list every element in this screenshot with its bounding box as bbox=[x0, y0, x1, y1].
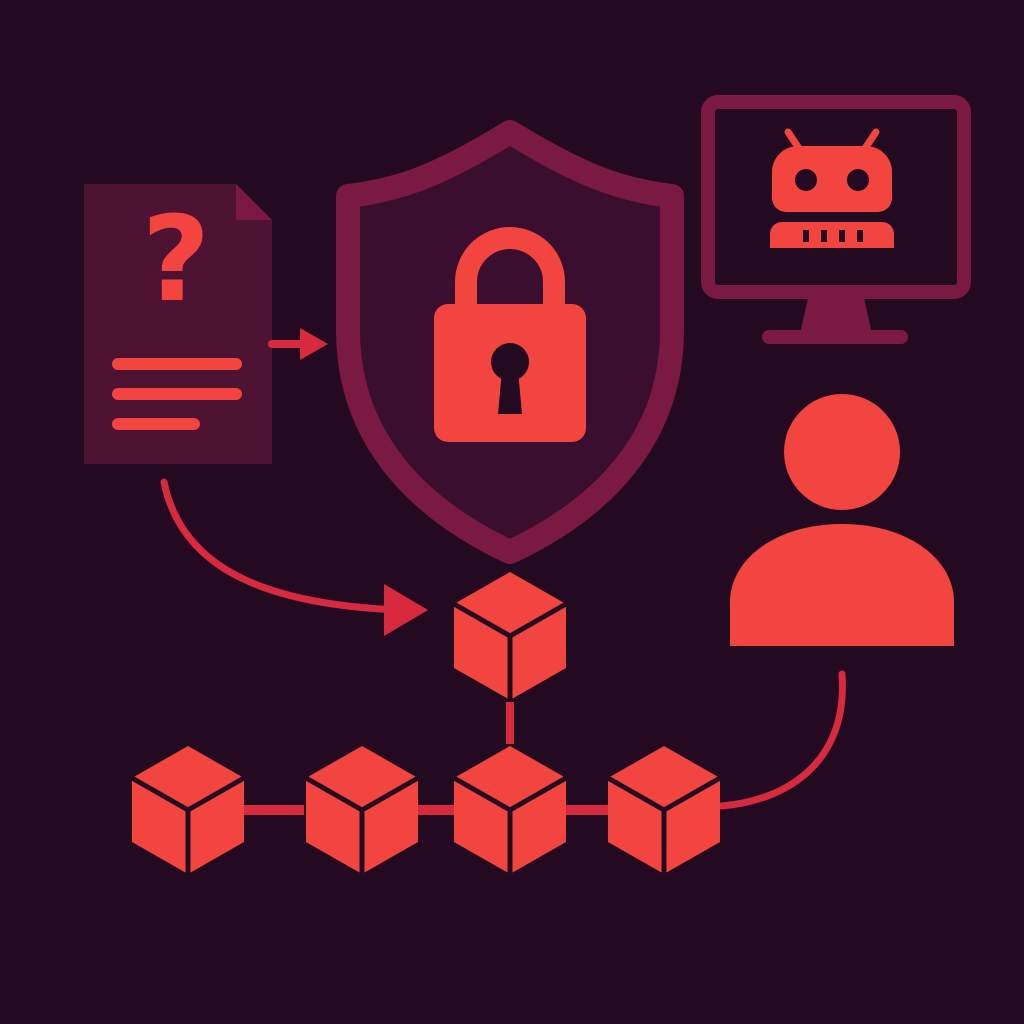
link-block-1-to-2 bbox=[244, 805, 304, 815]
document-line-2 bbox=[112, 388, 242, 400]
robot-icon bbox=[770, 128, 894, 248]
robot-tooth-gap-2 bbox=[821, 230, 827, 242]
robot-head bbox=[772, 146, 892, 212]
robot-tooth-gap-1 bbox=[803, 230, 809, 242]
link-block-3-to-4 bbox=[566, 805, 608, 815]
question-mark: ? bbox=[142, 190, 210, 328]
robot-jaw bbox=[770, 222, 894, 248]
robot-tooth-gap-3 bbox=[839, 230, 845, 242]
robot-eye-left bbox=[795, 169, 817, 191]
robot-tooth-gap-4 bbox=[857, 230, 863, 242]
document-line-1 bbox=[112, 358, 242, 370]
link-block-2-to-3 bbox=[418, 805, 454, 815]
document-line-3 bbox=[112, 418, 200, 430]
keyhole-slot bbox=[498, 370, 522, 414]
monitor-base bbox=[762, 330, 908, 344]
link-top-block-to-chain bbox=[506, 702, 514, 744]
robot-eye-right bbox=[847, 169, 869, 191]
person-head bbox=[784, 394, 900, 510]
monitor-neck bbox=[800, 298, 872, 334]
diagram-svg: ? bbox=[0, 0, 1024, 1024]
diagram-canvas: ? bbox=[0, 0, 1024, 1024]
question-document-icon: ? bbox=[84, 184, 272, 464]
